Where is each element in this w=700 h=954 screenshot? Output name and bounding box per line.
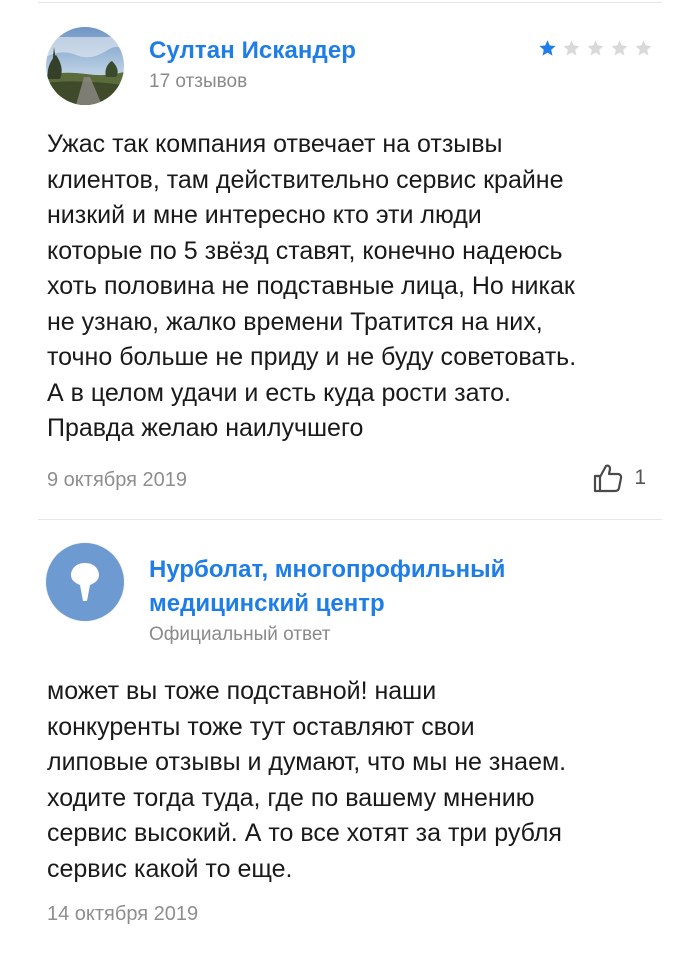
review-card: Султан Искандер 17 отзывов Ужас так комп… — [0, 0, 700, 520]
response-date: 14 октября 2019 — [47, 903, 199, 925]
review-text: Ужас так компания отвечает на отзывы кли… — [47, 130, 577, 442]
review-divider — [38, 519, 662, 520]
author-reviews-count: 17 отзывов — [149, 71, 248, 92]
avatar[interactable] — [46, 27, 124, 105]
star-empty-icon — [563, 40, 580, 56]
author-name[interactable]: Султан Искандер — [149, 36, 356, 66]
like-button[interactable]: 1 — [592, 463, 646, 493]
star-empty-icon — [611, 40, 628, 56]
star-rating — [537, 38, 654, 59]
official-response-card: Нурболат, многопрофильный медицинский це… — [0, 521, 700, 954]
like-count: 1 — [634, 466, 646, 489]
star-empty-icon — [587, 40, 604, 56]
avatar-landscape-image — [46, 27, 124, 105]
official-response-label: Официальный ответ — [149, 624, 331, 645]
review-date: 9 октября 2019 — [47, 469, 187, 491]
org-name[interactable]: Нурболат, многопрофильный медицинский це… — [149, 553, 569, 621]
response-text: может вы тоже подставной! наши конкурент… — [47, 677, 567, 883]
pin-logo-icon — [71, 563, 99, 601]
star-empty-icon — [635, 40, 652, 56]
org-avatar[interactable] — [46, 543, 124, 621]
thumbs-up-icon — [594, 464, 623, 493]
star-filled-icon — [539, 40, 556, 56]
